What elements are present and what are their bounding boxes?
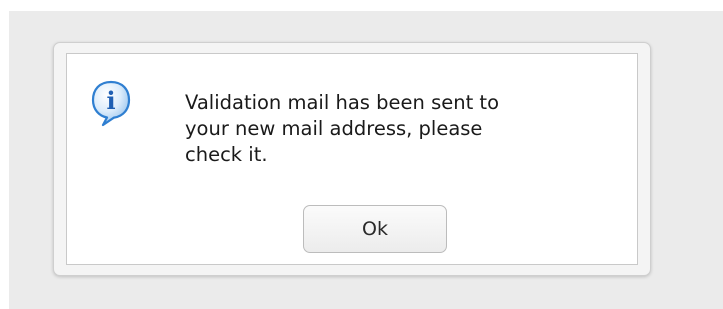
ok-button[interactable]: Ok: [303, 205, 447, 253]
info-icon-glyph: i: [106, 86, 115, 115]
info-icon: i: [91, 80, 131, 127]
validation-dialog: i Validation mail has been sent to your …: [53, 42, 651, 276]
dialog-message: Validation mail has been sent to your ne…: [185, 91, 499, 166]
dialog-body: i Validation mail has been sent to your …: [66, 53, 638, 265]
